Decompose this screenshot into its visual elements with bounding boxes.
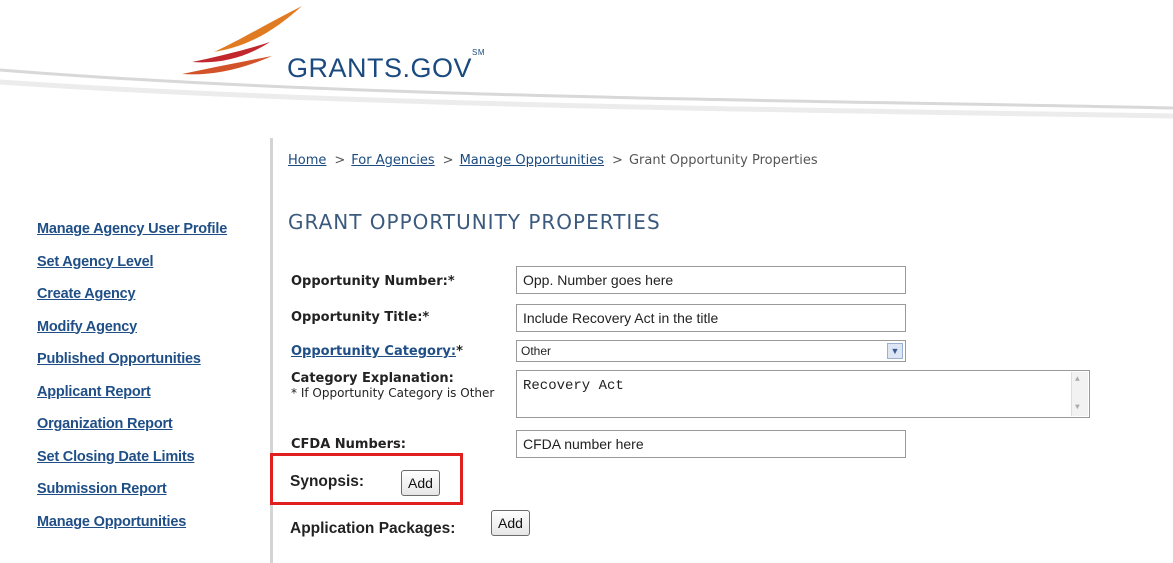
site-header: GRANTS.GOVSM: [0, 0, 1173, 125]
synopsis-label: Synopsis:: [290, 473, 365, 490]
sidebar-item-create-agency[interactable]: Create Agency: [37, 285, 267, 304]
opportunity-category-select[interactable]: Other ▼: [516, 340, 906, 362]
sidebar-item-applicant-report[interactable]: Applicant Report: [37, 383, 267, 402]
synopsis-add-button[interactable]: Add: [401, 470, 440, 496]
breadcrumb-manage-opportunities[interactable]: Manage Opportunities: [460, 153, 604, 168]
logo-text: GRANTS.GOV: [287, 53, 473, 83]
scroll-down-icon[interactable]: ▼: [1075, 403, 1080, 412]
sidebar-item-organization-report[interactable]: Organization Report: [37, 415, 267, 434]
page-title: GRANT OPPORTUNITY PROPERTIES: [288, 210, 661, 234]
breadcrumb-separator: >: [334, 153, 346, 168]
service-mark: SM: [472, 48, 486, 57]
cfda-numbers-field[interactable]: [516, 430, 906, 458]
category-explanation-textarea[interactable]: Recovery Act ▲ ▼: [516, 370, 1090, 418]
chevron-down-icon[interactable]: ▼: [887, 343, 903, 359]
breadcrumb-home[interactable]: Home: [288, 153, 326, 168]
opportunity-number-field[interactable]: [516, 266, 906, 294]
textarea-scrollbar[interactable]: ▲ ▼: [1071, 372, 1088, 416]
category-explanation-value: Recovery Act: [523, 378, 624, 394]
breadcrumb-for-agencies[interactable]: For Agencies: [351, 153, 434, 168]
breadcrumb-separator: >: [442, 153, 454, 168]
application-packages-label: Application Packages:: [290, 520, 456, 537]
sidebar-item-submission-report[interactable]: Submission Report: [37, 480, 267, 499]
category-explanation-label: Category Explanation: * If Opportunity C…: [291, 371, 513, 400]
cfda-numbers-label: CFDA Numbers:: [291, 437, 406, 452]
category-explanation-label-text: Category Explanation:: [291, 371, 454, 386]
sidebar-item-modify-agency[interactable]: Modify Agency: [37, 318, 267, 337]
opportunity-category-link[interactable]: Opportunity Category:: [291, 344, 456, 359]
grants-gov-logo-swoosh: [0, 6, 1173, 119]
breadcrumb-current: Grant Opportunity Properties: [628, 153, 818, 168]
sidebar-item-manage-opportunities[interactable]: Manage Opportunities: [37, 513, 267, 532]
required-asterisk: *: [456, 344, 463, 359]
opportunity-number-label: Opportunity Number:*: [291, 274, 455, 289]
sidebar-nav: Manage Agency User Profile Set Agency Le…: [37, 220, 267, 545]
category-explanation-note: * If Opportunity Category is Other: [291, 386, 495, 400]
sidebar-item-published-opportunities[interactable]: Published Opportunities: [37, 350, 267, 369]
sidebar-item-set-closing-date-limits[interactable]: Set Closing Date Limits: [37, 448, 267, 467]
application-packages-add-button[interactable]: Add: [491, 510, 530, 536]
breadcrumb-separator: >: [612, 153, 623, 168]
opportunity-category-label: Opportunity Category:*: [291, 344, 463, 359]
sidebar-item-manage-agency-user-profile[interactable]: Manage Agency User Profile: [37, 220, 267, 239]
sidebar-item-set-agency-level[interactable]: Set Agency Level: [37, 253, 267, 272]
scroll-up-icon[interactable]: ▲: [1075, 375, 1080, 384]
opportunity-title-label: Opportunity Title:*: [291, 310, 430, 325]
breadcrumb: Home > For Agencies > Manage Opportunities > G…: [288, 153, 818, 168]
grants-gov-logo[interactable]: GRANTS.GOVSM: [287, 48, 485, 84]
opportunity-category-selected: Other: [521, 344, 552, 358]
opportunity-title-field[interactable]: [516, 304, 906, 332]
